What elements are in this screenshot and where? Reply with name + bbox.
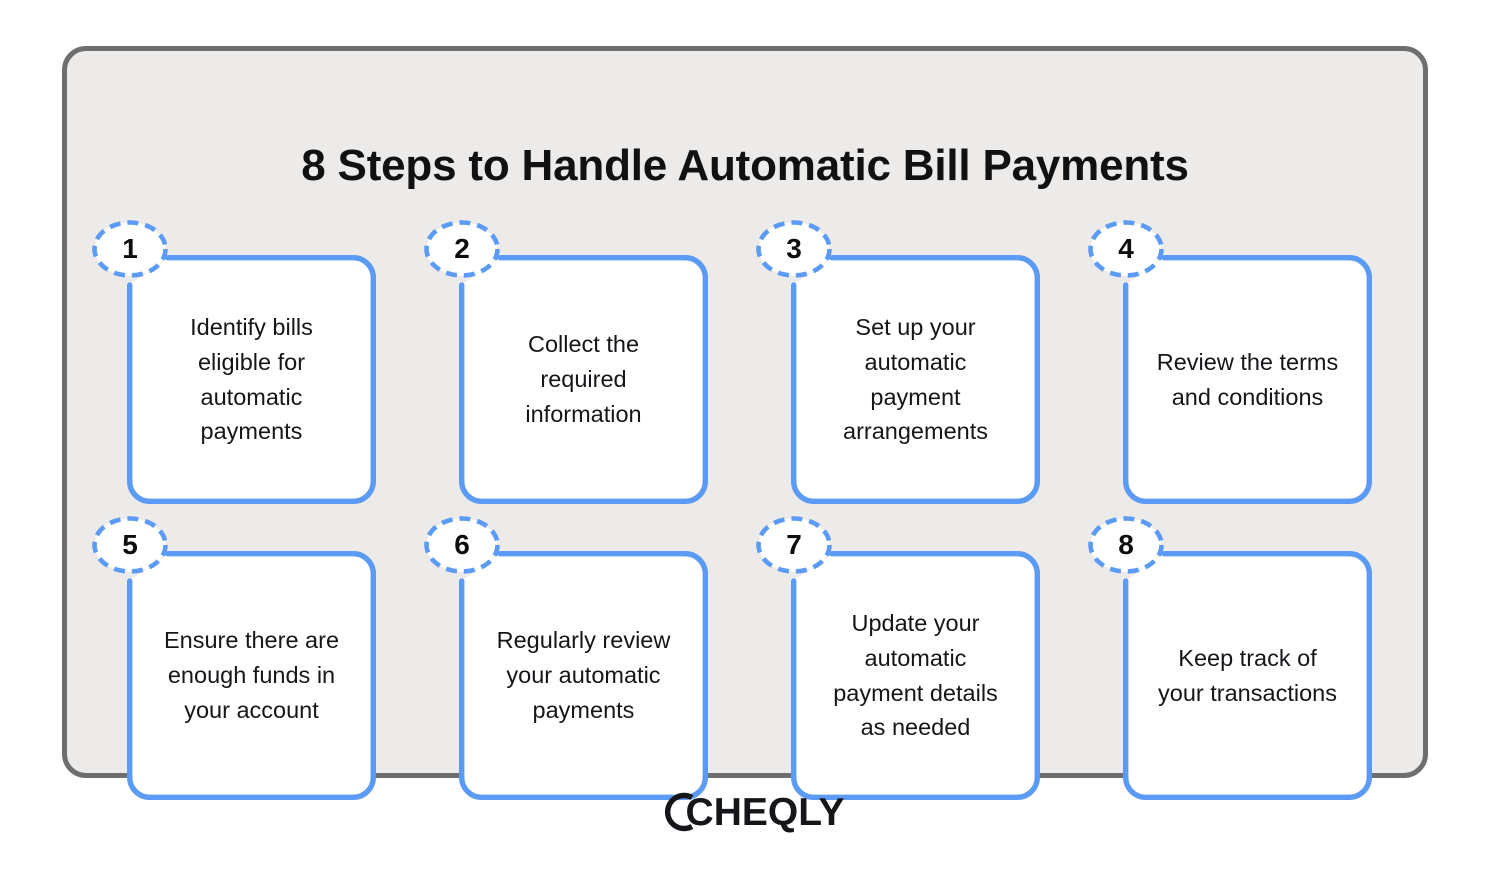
step-card-2[interactable]: Collect the required information 2 (424, 220, 708, 504)
step-number-badge: 2 (423, 219, 501, 279)
step-card-text: Ensure there are enough funds in your ac… (163, 627, 340, 723)
step-number-7: 7 (786, 528, 802, 560)
step-number-badge: 6 (423, 515, 501, 575)
page-title: 8 Steps to Handle Automatic Bill Payment… (301, 141, 1189, 191)
step-card-1[interactable]: Identify bills eligible for automatic pa… (92, 220, 376, 504)
step-card-6[interactable]: Regularly review your automatic payments… (424, 516, 708, 800)
footer-logo: CHEQLY (0, 789, 1500, 835)
step-number-badge: 7 (755, 515, 833, 575)
step-card-text: Collect the required information (525, 331, 642, 427)
step-card-5[interactable]: Ensure there are enough funds in your ac… (92, 516, 376, 800)
step-card-body: Collect the required information (464, 260, 703, 499)
step-card-body: Set up your automatic payment arrangemen… (796, 260, 1035, 499)
step-card-3[interactable]: Set up your automatic payment arrangemen… (756, 220, 1040, 504)
step-number-badge: 3 (755, 219, 833, 279)
step-card-text: Review the terms and conditions (1156, 348, 1339, 410)
step-card-text: Set up your automatic payment arrangemen… (843, 313, 988, 445)
step-number-1: 1 (122, 232, 138, 264)
step-card-7[interactable]: Update your automatic payment details as… (756, 516, 1040, 800)
step-card-text: Update your automatic payment details as… (833, 609, 998, 741)
step-number-6: 6 (454, 528, 470, 560)
step-card-text: Regularly review your automatic payments (496, 627, 671, 723)
step-card-body: Keep track of your transactions (1128, 556, 1367, 795)
step-number-badge: 5 (91, 515, 169, 575)
step-number-badge: 8 (1087, 515, 1165, 575)
step-card-body: Ensure there are enough funds in your ac… (132, 556, 371, 795)
step-number-badge: 1 (91, 219, 169, 279)
step-card-body: Review the terms and conditions (1128, 260, 1367, 499)
step-card-8[interactable]: Keep track of your transactions 8 (1088, 516, 1372, 800)
step-card-body: Identify bills eligible for automatic pa… (132, 260, 371, 499)
step-number-5: 5 (122, 528, 138, 560)
step-card-body: Regularly review your automatic payments (464, 556, 703, 795)
step-card-body: Update your automatic payment details as… (796, 556, 1035, 795)
steps-grid: Identify bills eligible for automatic pa… (92, 220, 1373, 800)
logo-wordmark: CHEQLY (685, 790, 845, 834)
step-number-8: 8 (1118, 528, 1134, 560)
step-number-3: 3 (786, 232, 802, 264)
step-card-text: Identify bills eligible for automatic pa… (190, 313, 313, 445)
step-card-4[interactable]: Review the terms and conditions 4 (1088, 220, 1372, 504)
step-number-badge: 4 (1087, 219, 1165, 279)
step-number-4: 4 (1118, 232, 1134, 264)
step-card-text: Keep track of your transactions (1158, 644, 1337, 706)
infographic-frame: 8 Steps to Handle Automatic Bill Payment… (62, 46, 1428, 800)
step-number-2: 2 (454, 232, 470, 264)
